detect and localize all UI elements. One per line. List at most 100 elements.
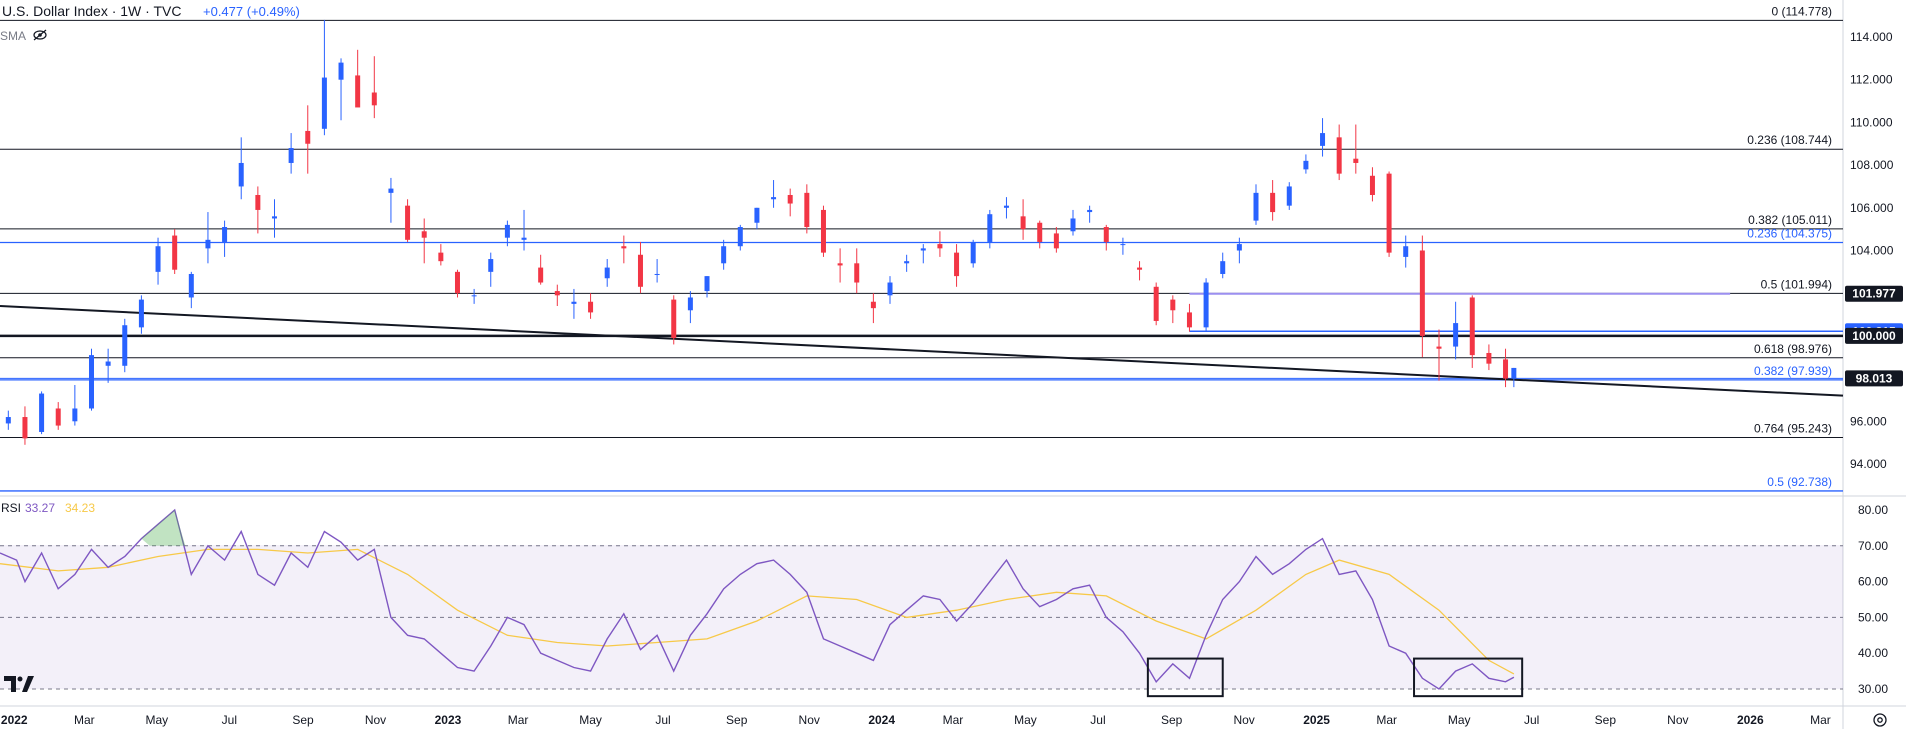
candle-body — [388, 188, 394, 193]
candle — [837, 248, 843, 283]
candle — [305, 105, 311, 174]
fib-level-label: 0.236 (108.744) — [1747, 133, 1832, 147]
candle — [488, 252, 494, 287]
candle-body — [1153, 286, 1159, 321]
candle-body — [238, 162, 244, 187]
candle-body — [205, 239, 211, 249]
candle — [1220, 252, 1226, 279]
time-tick-label: May — [579, 713, 602, 727]
candle-body — [571, 301, 577, 304]
candle — [1369, 167, 1375, 202]
candle — [371, 56, 377, 119]
candle-body — [787, 194, 793, 204]
gear-icon[interactable] — [1873, 713, 1887, 727]
candle-body — [1203, 282, 1209, 328]
rsi-tick-label: 50.00 — [1858, 610, 1888, 624]
price-tick-label: 104.000 — [1850, 244, 1894, 258]
candle-body — [538, 267, 544, 283]
candle — [222, 220, 228, 257]
time-tick-label: Nov — [1233, 713, 1254, 727]
candle — [954, 244, 960, 287]
candle — [1120, 237, 1126, 255]
candle — [1153, 282, 1159, 326]
sma-indicator-label[interactable]: SMA — [0, 29, 26, 43]
candle-body — [1503, 359, 1509, 379]
candle-body — [222, 227, 228, 242]
candle — [1103, 224, 1109, 251]
candle — [1203, 278, 1209, 332]
candle-body — [588, 301, 594, 313]
time-tick-label: Jul — [222, 713, 237, 727]
candle-body — [671, 299, 677, 339]
candle-body — [654, 273, 660, 275]
candle — [1419, 235, 1425, 358]
fibonacci-retracement[interactable]: 0 (114.778) 0.236 (108.744) 0.382 (105.011… — [0, 4, 1844, 492]
candle-body — [604, 267, 610, 279]
candle-body — [937, 244, 943, 249]
candle-body — [172, 235, 178, 270]
candle-body — [1320, 133, 1326, 146]
candle — [820, 205, 826, 257]
candle-body — [288, 148, 294, 163]
candle-body — [405, 205, 411, 240]
rsi-tick-label: 40.00 — [1858, 646, 1888, 660]
candle — [155, 237, 161, 285]
candle — [388, 177, 394, 223]
time-tick-label: Mar — [1810, 713, 1831, 727]
eye-hidden-icon[interactable] — [33, 29, 47, 41]
candle — [1186, 303, 1192, 332]
time-tick-label: Mar — [943, 713, 964, 727]
candle — [438, 244, 444, 266]
time-tick-label: May — [1014, 713, 1037, 727]
candle-body — [105, 361, 111, 366]
candle — [887, 276, 893, 304]
candle-body — [88, 355, 94, 409]
candle-body — [721, 246, 727, 264]
candle — [1253, 184, 1259, 225]
candle-body — [1286, 186, 1292, 206]
candle — [1020, 199, 1026, 240]
candle — [854, 248, 860, 294]
candle — [621, 235, 627, 264]
candle-body — [155, 246, 161, 272]
candle-body — [5, 417, 11, 424]
time-tick-label: Mar — [74, 713, 95, 727]
candle-body — [39, 393, 45, 432]
trendline — [0, 305, 1844, 397]
candle-body — [554, 291, 560, 296]
candle — [338, 58, 344, 121]
candle — [471, 288, 477, 304]
candle — [321, 19, 327, 136]
rsi-value: 33.27 — [25, 501, 55, 515]
candle — [970, 239, 976, 268]
candle-body — [1087, 209, 1093, 213]
candle — [787, 188, 793, 217]
rsi-label[interactable]: RSI — [1, 501, 21, 515]
fib-level-label: 0.618 (98.976) — [1754, 342, 1832, 356]
candle-body — [305, 130, 311, 144]
candle — [1511, 367, 1517, 388]
fib-level-label: 0.236 (104.375) — [1747, 226, 1832, 240]
candle-body — [1369, 175, 1375, 195]
fib-level-label: 0.764 (95.243) — [1754, 421, 1832, 435]
candle-body — [1120, 244, 1126, 246]
candle — [105, 348, 111, 383]
candle-body — [854, 263, 860, 283]
price-badge-label: 100.000 — [1852, 329, 1896, 343]
candle — [355, 49, 361, 108]
candle — [288, 133, 294, 174]
candle-body — [188, 273, 194, 298]
candle-body — [1003, 205, 1009, 208]
candle — [5, 410, 11, 430]
time-tick-label: Sep — [1595, 713, 1617, 727]
candle-body — [970, 241, 976, 264]
rsi-tick-label: 30.00 — [1858, 682, 1888, 696]
candle — [1286, 182, 1292, 210]
time-tick-label: 2024 — [868, 713, 895, 727]
candle-body — [1419, 250, 1425, 336]
price-chart[interactable]: 0 (114.778) 0.236 (108.744) 0.382 (105.011… — [0, 0, 1906, 729]
candle-body — [870, 301, 876, 309]
candle — [1003, 197, 1009, 219]
price-change: +0.477 (+0.49%) — [203, 4, 300, 19]
candle-body — [704, 276, 710, 292]
